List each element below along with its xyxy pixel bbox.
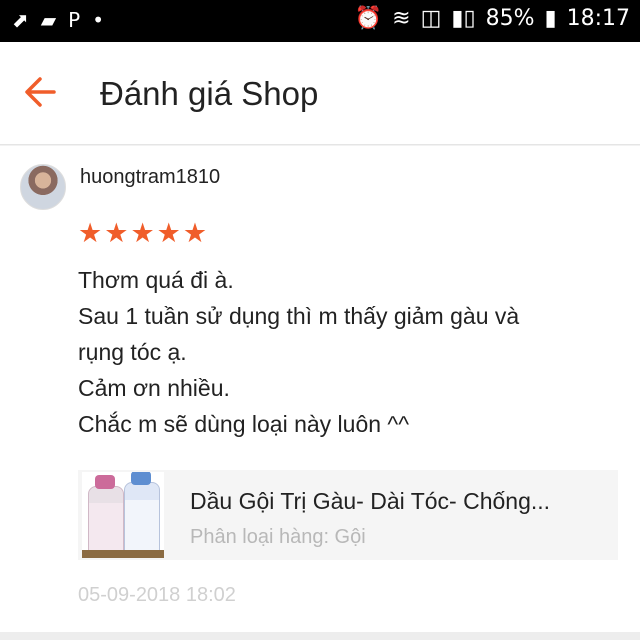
chat-icon: ▰: [40, 8, 57, 32]
page-title: Đánh giá Shop: [100, 75, 319, 112]
battery-percent: 85%: [485, 6, 535, 31]
alarm-icon: ⏰: [354, 6, 383, 31]
wifi-icon: ≋: [392, 6, 411, 31]
comment-line: Cảm ơn nhiều.: [78, 375, 230, 401]
product-card[interactable]: Dầu Gội Trị Gàu- Dài Tóc- Chống... Phân …: [78, 470, 618, 560]
dot-icon: •: [92, 8, 105, 32]
star-icon: ★: [78, 218, 103, 248]
product-name: Dầu Gội Trị Gàu- Dài Tóc- Chống...: [190, 488, 551, 514]
signal-icon: ▮▯: [451, 6, 476, 31]
clock: 18:17: [566, 6, 630, 31]
bottom-divider: [0, 632, 640, 640]
comment-line: Sau 1 tuần sử dụng thì m thấy giảm gàu v…: [78, 303, 520, 329]
star-icon: ★: [156, 218, 181, 248]
review-comment: Thơm quá đi à. Sau 1 tuần sử dụng thì m …: [78, 262, 618, 442]
review-date: 05-09-2018 18:02: [78, 584, 236, 606]
status-right: ⏰ ≋ ◫ ▮▯ 85% ▮ 18:17: [355, 6, 630, 31]
product-variant: Phân loại hàng: Gội: [190, 526, 366, 548]
bottle-blue: [124, 472, 160, 554]
review-card: huongtram1810 ★ ★ ★ ★ ★ Thơm quá đi à. S…: [0, 146, 640, 632]
comment-line: Chắc m sẽ dùng loại này luôn ^^: [78, 411, 409, 437]
back-arrow-icon[interactable]: [20, 70, 64, 114]
avatar[interactable]: [20, 164, 66, 210]
app-bar: Đánh giá Shop: [0, 42, 640, 145]
rating-stars: ★ ★ ★ ★ ★: [78, 218, 207, 249]
comment-line: rụng tóc ạ.: [78, 339, 187, 365]
star-icon: ★: [104, 218, 129, 248]
nav-arrow-icon: ⬈: [12, 8, 29, 32]
comment-line: Thơm quá đi à.: [78, 267, 234, 293]
star-icon: ★: [182, 218, 208, 248]
username[interactable]: huongtram1810: [80, 166, 220, 189]
bottle-pink: [88, 475, 124, 554]
status-left: ⬈ ▰ P •: [12, 8, 104, 32]
status-bar: ⬈ ▰ P • ⏰ ≋ ◫ ▮▯ 85% ▮ 18:17: [0, 0, 640, 42]
battery-icon: ▮: [544, 6, 557, 31]
call-icon: ◫: [420, 6, 442, 31]
p-icon: P: [68, 8, 81, 32]
thumbnail-base: [82, 550, 164, 558]
product-thumbnail: [82, 472, 164, 558]
star-icon: ★: [130, 218, 155, 248]
